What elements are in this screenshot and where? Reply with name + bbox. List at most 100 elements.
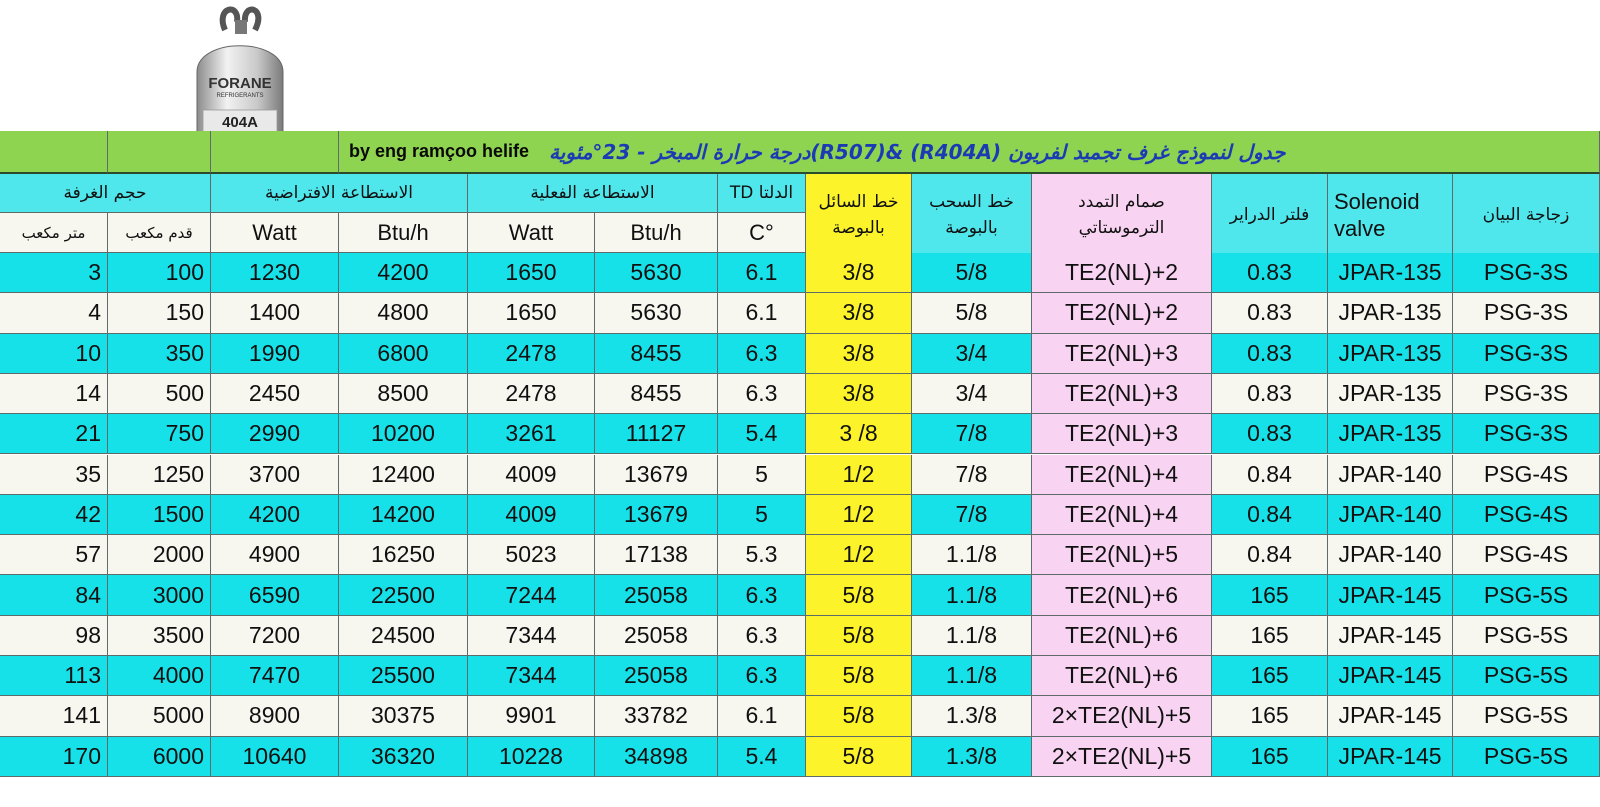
header-suction-line-1: خط السحب <box>929 191 1014 212</box>
cell-actual-watt: 2478 <box>468 333 595 374</box>
cell-nominal-btuh: 6800 <box>339 333 468 374</box>
cell-suction-line: 5/8 <box>912 253 1032 294</box>
cell-actual-watt: 7244 <box>468 575 595 616</box>
cell-actual-btuh: 34898 <box>595 736 718 777</box>
cell-suction-line: 5/8 <box>912 293 1032 334</box>
cell-solenoid: JPAR-135 <box>1328 373 1453 415</box>
cell-td: 6.1 <box>718 696 806 737</box>
cell-actual-watt: 10228 <box>468 736 595 777</box>
cell-td: 5 <box>718 454 806 495</box>
cell-nominal-btuh: 14200 <box>339 494 468 536</box>
cell-drier: 0.83 <box>1212 293 1328 334</box>
table-row: 141 5000 8900 30375 9901 33782 6.1 5/8 1.3/8 2×TE… <box>0 696 1600 737</box>
cell-nominal-btuh: 22500 <box>339 575 468 616</box>
cell-actual-btuh: 17138 <box>595 535 718 576</box>
cell-nominal-btuh: 36320 <box>339 736 468 777</box>
header-row-2: متر مكعب قدم مكعب Watt Btu/h Watt Btu/h … <box>0 213 1600 253</box>
cell-nominal-watt: 4900 <box>211 535 339 576</box>
cell-solenoid: JPAR-135 <box>1328 414 1453 455</box>
table-row: 98 3500 7200 24500 7344 25058 6.3 5/8 1.1/8 TE2(N… <box>0 615 1600 656</box>
cell-td: 6.3 <box>718 575 806 616</box>
cell-suction-line: 1.1/8 <box>912 615 1032 656</box>
cell-cubic-feet: 4000 <box>108 656 211 697</box>
cell-nominal-btuh: 24500 <box>339 615 468 656</box>
cell-nominal-watt: 7200 <box>211 615 339 656</box>
cylinder-sub: REFRIGERANTS <box>216 93 263 99</box>
cell-cubic-feet: 500 <box>108 373 211 415</box>
cell-nominal-btuh: 4200 <box>339 253 468 294</box>
cell-td: 6.1 <box>718 293 806 334</box>
cell-suction-line: 1.1/8 <box>912 535 1032 576</box>
cell-nominal-watt: 10640 <box>211 736 339 777</box>
cell-liquid-line: 1/2 <box>806 535 912 576</box>
cell-txv: TE2(NL)+3 <box>1032 333 1212 374</box>
cell-txv: TE2(NL)+6 <box>1032 575 1212 616</box>
title-cell-empty-1 <box>0 131 108 174</box>
cell-td: 5 <box>718 494 806 536</box>
cell-nominal-watt: 2990 <box>211 414 339 455</box>
cell-cubic-feet: 1250 <box>108 454 211 495</box>
cell-cubic-meter: 141 <box>0 696 108 737</box>
cell-suction-line: 3/4 <box>912 333 1032 374</box>
cell-solenoid: JPAR-145 <box>1328 736 1453 777</box>
cell-actual-btuh: 11127 <box>595 414 718 455</box>
table-row: 35 1250 3700 12400 4009 13679 5 1/2 7/8 TE2(NL)+4… <box>0 454 1600 495</box>
subheader-cubic-meter: متر مكعب <box>0 213 108 253</box>
cell-solenoid: JPAR-145 <box>1328 615 1453 656</box>
cell-nominal-watt: 4200 <box>211 494 339 536</box>
cell-actual-btuh: 5630 <box>595 253 718 294</box>
cell-td: 6.3 <box>718 656 806 697</box>
subheader-nominal-btuh: Btu/h <box>339 213 468 253</box>
cell-liquid-line: 5/8 <box>806 656 912 697</box>
cell-drier: 0.83 <box>1212 373 1328 415</box>
cell-nominal-btuh: 16250 <box>339 535 468 576</box>
subheader-actual-watt: Watt <box>468 213 595 253</box>
cell-cubic-feet: 3500 <box>108 615 211 656</box>
table-row: 10 350 1990 6800 2478 8455 6.3 3/8 3/4 TE2(NL)+3 0… <box>0 333 1600 374</box>
cell-txv: 2×TE2(NL)+5 <box>1032 696 1212 737</box>
cell-actual-btuh: 13679 <box>595 494 718 536</box>
cell-sight-glass: PSG-3S <box>1453 333 1600 374</box>
cell-cubic-meter: 4 <box>0 293 108 334</box>
cell-solenoid: JPAR-140 <box>1328 494 1453 536</box>
cell-actual-watt: 3261 <box>468 414 595 455</box>
cell-td: 6.1 <box>718 253 806 294</box>
cell-td: 5.4 <box>718 736 806 777</box>
cell-nominal-watt: 6590 <box>211 575 339 616</box>
cell-drier: 165 <box>1212 615 1328 656</box>
cell-txv: TE2(NL)+5 <box>1032 535 1212 576</box>
table-row: 57 2000 4900 16250 5023 17138 5.3 1/2 1.1/8 TE2(N… <box>0 535 1600 576</box>
cell-cubic-feet: 5000 <box>108 696 211 737</box>
subheader-actual-btuh: Btu/h <box>595 213 718 253</box>
cell-nominal-watt: 7470 <box>211 656 339 697</box>
subheader-celsius: C° <box>718 213 806 253</box>
cell-cubic-feet: 150 <box>108 293 211 334</box>
cell-td: 5.3 <box>718 535 806 576</box>
cell-drier: 0.83 <box>1212 333 1328 374</box>
cell-cubic-meter: 3 <box>0 253 108 294</box>
cell-td: 5.4 <box>718 414 806 455</box>
cell-suction-line: 7/8 <box>912 454 1032 495</box>
cell-sight-glass: PSG-5S <box>1453 615 1600 656</box>
header-nominal-capacity: الاستطاعة الافتراضية <box>211 174 468 213</box>
cell-liquid-line: 3 /8 <box>806 414 912 455</box>
cell-td: 6.3 <box>718 373 806 415</box>
cell-drier: 0.83 <box>1212 414 1328 455</box>
cell-cubic-meter: 98 <box>0 615 108 656</box>
refrigerant-cylinder-image: FORANE REFRIGERANTS 404A <box>196 6 284 150</box>
cell-txv: TE2(NL)+6 <box>1032 615 1212 656</box>
cell-suction-line: 1.3/8 <box>912 696 1032 737</box>
cell-cubic-meter: 35 <box>0 454 108 495</box>
cell-cubic-feet: 350 <box>108 333 211 374</box>
header-actual-capacity: الاستطاعة الفعلية <box>468 174 718 213</box>
cell-liquid-line: 5/8 <box>806 696 912 737</box>
cell-sight-glass: PSG-3S <box>1453 414 1600 455</box>
cell-cubic-meter: 21 <box>0 414 108 455</box>
cell-sight-glass: PSG-5S <box>1453 696 1600 737</box>
cell-liquid-line: 3/8 <box>806 253 912 294</box>
cell-solenoid: JPAR-145 <box>1328 696 1453 737</box>
cell-suction-line: 1.3/8 <box>912 736 1032 777</box>
cell-actual-watt: 9901 <box>468 696 595 737</box>
cell-txv: TE2(NL)+6 <box>1032 656 1212 697</box>
cell-sight-glass: PSG-5S <box>1453 656 1600 697</box>
